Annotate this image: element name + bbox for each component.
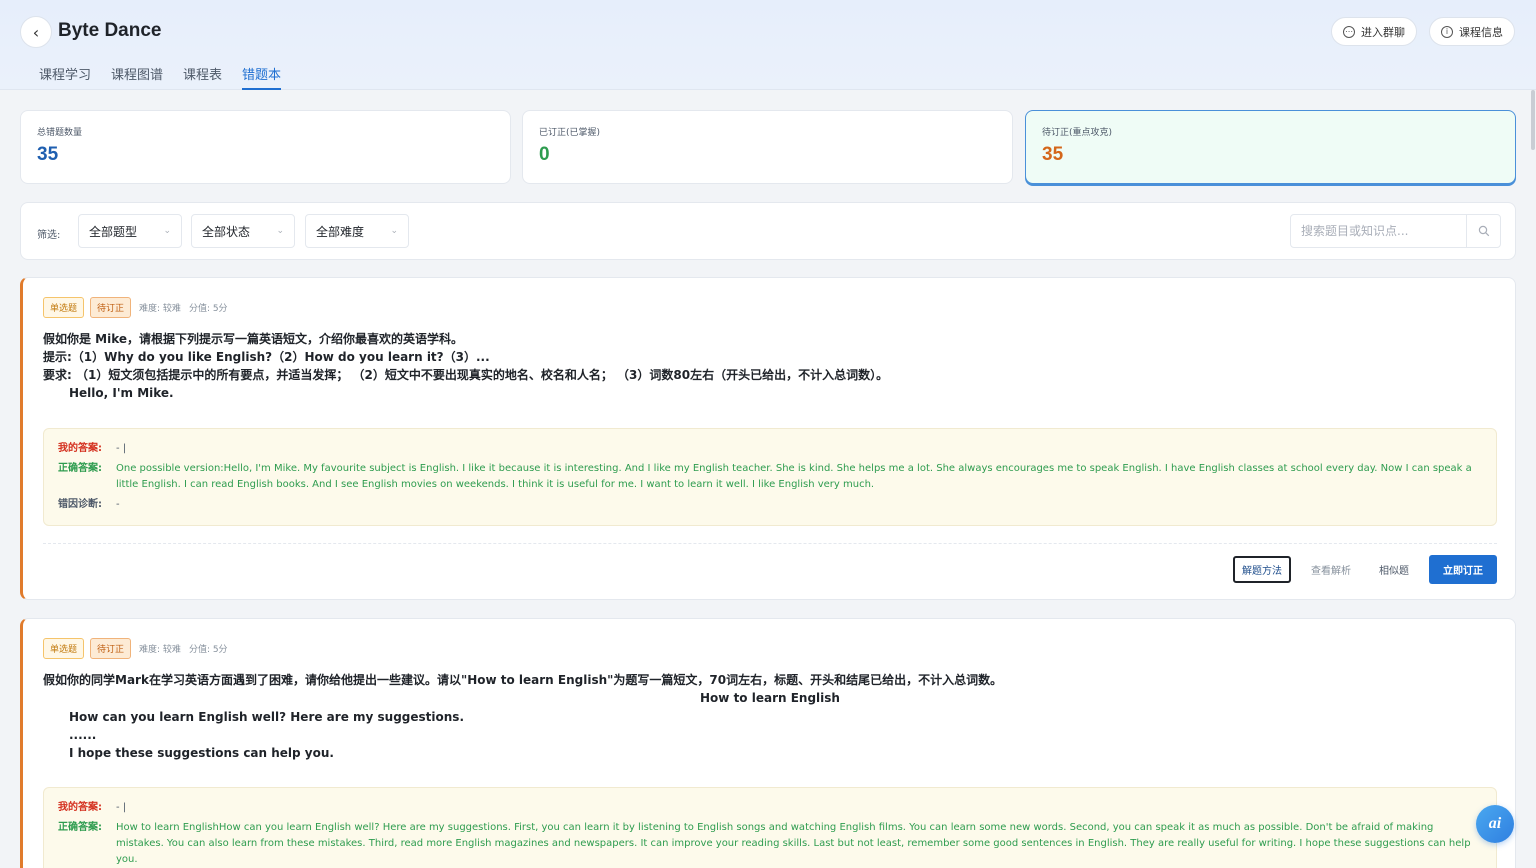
tab-course-study[interactable]: 课程学习	[39, 64, 91, 90]
question-line: How can you learn English well? Here are…	[69, 710, 465, 724]
status-value: 全部状态	[202, 224, 251, 239]
my-answer-row: 我的答案: - |	[58, 800, 1482, 816]
question-card: 单选题 待订正 难度: 较难 分值: 5分 假如你的同学Mark在学习英语方面遇…	[20, 618, 1516, 868]
tab-course-map[interactable]: 课程图谱	[111, 64, 163, 90]
stat-label: 待订正(重点攻克)	[1042, 128, 1113, 138]
question-type-tag: 单选题	[43, 297, 85, 318]
page-scrollbar[interactable]	[1530, 90, 1536, 868]
stat-pending[interactable]: 待订正(重点攻克) 35	[1025, 110, 1516, 184]
question-line: I hope these suggestions can help you.	[69, 746, 334, 760]
ai-assistant-icon: ai	[1488, 815, 1502, 832]
similar-questions-button[interactable]: 相似题	[1371, 557, 1417, 582]
stat-value: 35	[1042, 144, 1064, 165]
correct-answer-value: One possible version:Hello, I'm Mike. My…	[116, 463, 1472, 490]
status-tag: 待订正	[90, 638, 132, 659]
question-line: 要求: （1）短文须包括提示中的所有要点，并适当发挥； （2）短文中不要出现真实…	[43, 368, 889, 382]
correct-answer-value: How to learn EnglishHow can you learn En…	[116, 822, 1471, 865]
question-tags: 单选题 待订正 难度: 较难 分值: 5分	[43, 297, 228, 318]
ai-assistant-button[interactable]: ai	[1476, 805, 1514, 843]
difficulty-text: 难度: 较难	[139, 645, 181, 655]
tab-schedule[interactable]: 课程表	[183, 64, 222, 90]
chevron-down-icon: ⌄	[163, 226, 171, 236]
course-tabs: 课程学习 课程图谱 课程表 错题本	[39, 64, 301, 90]
diagnosis-value: -	[116, 499, 120, 510]
question-line: ......	[69, 728, 97, 742]
question-line: 提示:（1）Why do you like English?（2）How do …	[43, 350, 490, 364]
question-tags: 单选题 待订正 难度: 较难 分值: 5分	[43, 638, 228, 659]
stat-label: 总错题数量	[37, 128, 83, 138]
my-answer-row: 我的答案: - |	[58, 441, 1482, 457]
search-icon	[1478, 225, 1489, 237]
diagnosis-row: 错因诊断: -	[58, 497, 1482, 513]
question-line: How to learn English	[700, 691, 840, 705]
scrollbar-thumb[interactable]	[1531, 90, 1535, 150]
solution-method-button[interactable]: 解题方法	[1233, 556, 1291, 583]
search-input[interactable]	[1291, 215, 1466, 247]
chat-bubble-icon: ⋯	[1343, 25, 1355, 38]
question-line: 假如你的同学Mark在学习英语方面遇到了困难，请你给他提出一些建议。请以"How…	[43, 673, 1003, 687]
stat-label: 已订正(已掌握)	[539, 128, 601, 138]
card-divider	[43, 543, 1497, 544]
difficulty-select[interactable]: 全部难度 ⌄	[305, 214, 409, 248]
correct-answer-label: 正确答案:	[58, 822, 102, 833]
join-chat-button[interactable]: ⋯ 进入群聊	[1331, 17, 1417, 46]
correct-answer-label: 正确答案:	[58, 463, 102, 474]
question-line: 假如你是 Mike，请根据下列提示写一篇英语短文，介绍你最喜欢的英语学科。	[43, 332, 464, 346]
question-type-tag: 单选题	[43, 638, 85, 659]
correct-answer-row: 正确答案: How to learn EnglishHow can you le…	[58, 820, 1482, 868]
search-box	[1290, 214, 1501, 248]
correct-now-button[interactable]: 立即订正	[1429, 555, 1497, 584]
filter-bar: 筛选: 全部题型 ⌄ 全部状态 ⌄ 全部难度 ⌄	[20, 202, 1516, 260]
question-type-select[interactable]: 全部题型 ⌄	[78, 214, 182, 248]
page-header: ‹ Byte Dance 课程学习 课程图谱 课程表 错题本 ⋯ 进入群聊 i …	[0, 0, 1536, 90]
my-answer-label: 我的答案:	[58, 443, 102, 454]
diagnosis-label: 错因诊断:	[58, 499, 102, 510]
score-text: 分值: 5分	[188, 304, 228, 314]
course-info-button[interactable]: i 课程信息	[1429, 17, 1515, 46]
my-answer-value: - |	[116, 443, 127, 454]
question-text: 假如你是 Mike，请根据下列提示写一篇英语短文，介绍你最喜欢的英语学科。 提示…	[43, 330, 888, 402]
filter-label: 筛选:	[37, 230, 61, 241]
score-text: 分值: 5分	[188, 645, 228, 655]
question-type-value: 全部题型	[89, 224, 138, 239]
stat-total-mistakes[interactable]: 总错题数量 35	[20, 110, 511, 184]
correct-answer-row: 正确答案: One possible version:Hello, I'm Mi…	[58, 461, 1482, 493]
tab-mistake-book[interactable]: 错题本	[242, 64, 282, 90]
chevron-down-icon: ⌄	[390, 226, 398, 236]
question-text: 假如你的同学Mark在学习英语方面遇到了困难，请你给他提出一些建议。请以"How…	[43, 671, 1497, 762]
difficulty-value: 全部难度	[316, 224, 365, 239]
course-info-label: 课程信息	[1459, 25, 1503, 39]
card-actions: 解题方法 查看解析 相似题 立即订正	[1233, 555, 1497, 584]
info-icon: i	[1441, 25, 1453, 38]
view-analysis-button[interactable]: 查看解析	[1303, 557, 1359, 582]
status-tag: 待订正	[90, 297, 132, 318]
stat-value: 35	[37, 144, 59, 165]
status-select[interactable]: 全部状态 ⌄	[191, 214, 295, 248]
answer-box: 我的答案: - | 正确答案: How to learn EnglishHow …	[43, 787, 1497, 868]
back-button[interactable]: ‹	[20, 16, 52, 48]
my-answer-value: - |	[116, 802, 127, 813]
stat-corrected[interactable]: 已订正(已掌握) 0	[522, 110, 1013, 184]
chevron-left-icon: ‹	[32, 22, 40, 42]
join-chat-label: 进入群聊	[1361, 25, 1405, 39]
search-button[interactable]	[1466, 215, 1500, 247]
difficulty-text: 难度: 较难	[139, 304, 181, 314]
course-title: Byte Dance	[58, 20, 162, 41]
question-line: Hello, I'm Mike.	[69, 386, 174, 400]
question-card: 单选题 待订正 难度: 较难 分值: 5分 假如你是 Mike，请根据下列提示写…	[20, 277, 1516, 600]
my-answer-label: 我的答案:	[58, 802, 102, 813]
stat-value: 0	[539, 144, 550, 165]
answer-box: 我的答案: - | 正确答案: One possible version:Hel…	[43, 428, 1497, 526]
chevron-down-icon: ⌄	[276, 226, 284, 236]
